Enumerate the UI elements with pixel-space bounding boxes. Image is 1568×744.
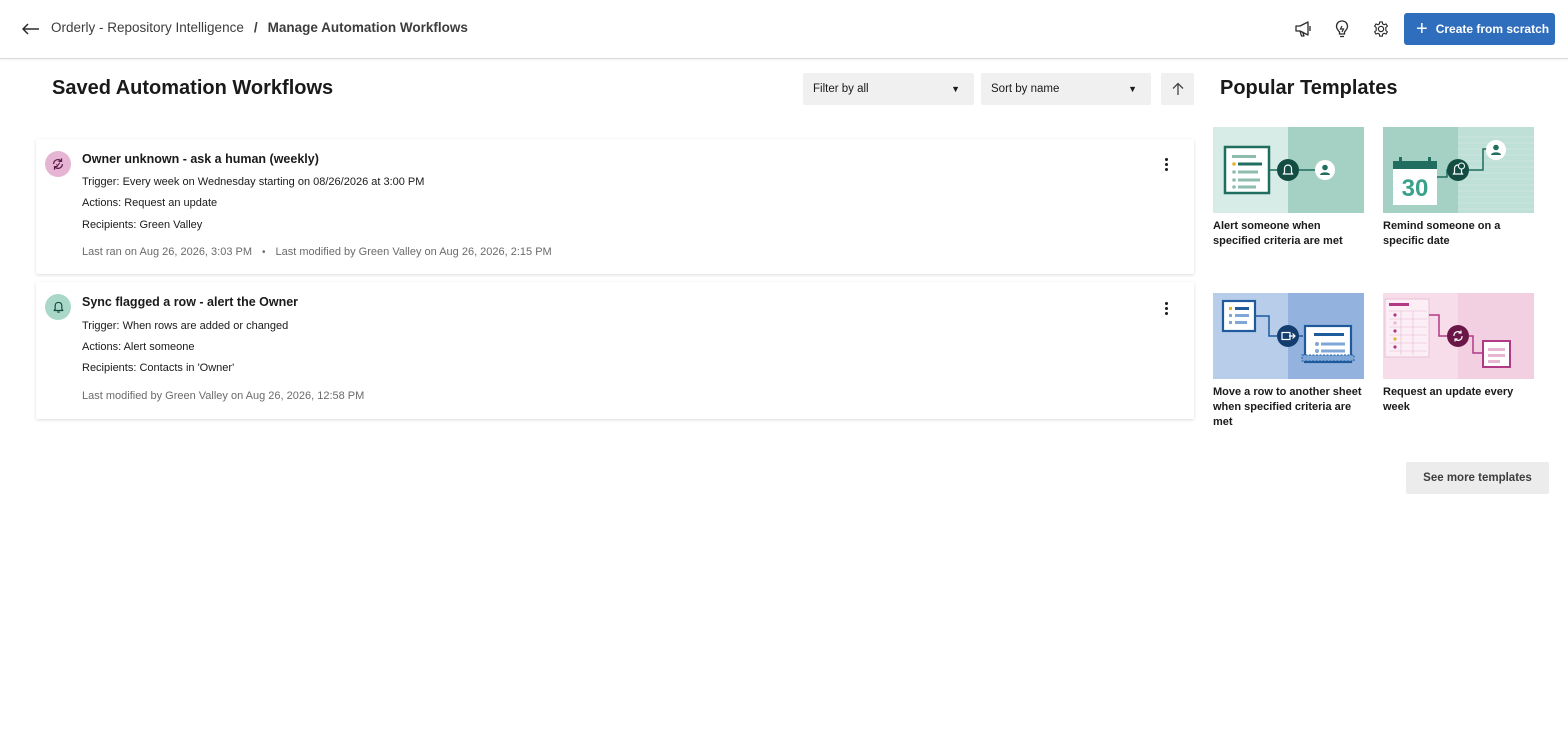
calendar-number: 30: [1402, 175, 1429, 202]
template-card-request-update[interactable]: Request an update every week: [1383, 293, 1534, 415]
trigger-value: When rows are added or changed: [122, 320, 289, 332]
gear-icon[interactable]: [1369, 17, 1393, 41]
caret-down-icon: ▼: [1128, 84, 1137, 94]
create-button-label: Create from scratch: [1435, 22, 1550, 36]
create-from-scratch-button[interactable]: + Create from scratch: [1404, 13, 1555, 45]
workflow-actions: Actions: Request an update: [82, 197, 217, 209]
actions-value: Alert someone: [123, 341, 195, 353]
workflow-recipients: Recipients: Contacts in 'Owner': [82, 362, 234, 374]
workflow-recipients: Recipients: Green Valley: [82, 219, 202, 231]
actions-label: Actions:: [82, 197, 122, 209]
see-more-templates-button[interactable]: See more templates: [1406, 462, 1549, 494]
template-label: Remind someone on a specific date: [1383, 220, 1501, 247]
bell-icon: [45, 294, 71, 320]
trigger-label: Trigger:: [82, 320, 120, 332]
template-card-alert[interactable]: Alert someone when specified criteria ar…: [1213, 127, 1364, 249]
template-illustration-remind: 30: [1383, 127, 1534, 213]
template-illustration-alert: [1213, 127, 1364, 213]
workflow-meta: Last ran on Aug 26, 2026, 3:03 PM • Last…: [82, 246, 552, 258]
workflow-actions: Actions: Alert someone: [82, 341, 195, 353]
sort-select-label: Sort by name: [991, 83, 1060, 95]
recipients-label: Recipients:: [82, 219, 137, 231]
sort-select[interactable]: Sort by name ▼: [981, 73, 1151, 105]
template-label: Alert someone when specified criteria ar…: [1213, 220, 1343, 247]
more-options-icon[interactable]: [1156, 297, 1176, 319]
workflow-meta: Last modified by Green Valley on Aug 26,…: [82, 390, 364, 402]
caret-down-icon: ▼: [951, 84, 960, 94]
more-options-icon[interactable]: [1156, 153, 1176, 175]
filter-select-label: Filter by all: [813, 83, 869, 95]
workflow-name[interactable]: Owner unknown - ask a human (weekly): [82, 152, 319, 166]
workflow-trigger: Trigger: When rows are added or changed: [82, 320, 288, 332]
plus-icon: +: [1416, 18, 1428, 40]
recurring-update-icon: [45, 151, 71, 177]
template-card-remind[interactable]: 30 Remind someone on a specific date: [1383, 127, 1534, 249]
last-modified: Last modified by Green Valley on Aug 26,…: [275, 246, 552, 258]
breadcrumb: Orderly - Repository Intelligence / Mana…: [51, 20, 468, 35]
trigger-label: Trigger:: [82, 176, 120, 188]
template-label: Move a row to another sheet when specifi…: [1213, 386, 1362, 428]
trigger-value: Every week on Wednesday starting on 08/2…: [122, 176, 425, 188]
filter-select[interactable]: Filter by all ▼: [803, 73, 974, 105]
actions-value: Request an update: [124, 197, 218, 209]
workflow-card[interactable]: Owner unknown - ask a human (weekly) Tri…: [36, 139, 1194, 274]
meta-separator: •: [262, 246, 266, 258]
last-ran: Last ran on Aug 26, 2026, 3:03 PM: [82, 246, 253, 258]
arrow-up-icon: [1172, 82, 1183, 95]
last-modified: Last modified by Green Valley on Aug 26,…: [82, 390, 365, 402]
megaphone-icon[interactable]: [1291, 17, 1315, 41]
breadcrumb-parent-link[interactable]: Orderly - Repository Intelligence: [51, 20, 244, 35]
top-header: Orderly - Repository Intelligence / Mana…: [0, 0, 1568, 59]
sort-direction-button[interactable]: [1161, 73, 1194, 105]
page-title: Manage Automation Workflows: [267, 20, 468, 35]
popular-templates-title: Popular Templates: [1220, 77, 1398, 99]
breadcrumb-separator: /: [253, 20, 258, 35]
saved-workflows-title: Saved Automation Workflows: [52, 77, 334, 99]
lightbulb-icon[interactable]: [1330, 17, 1354, 41]
back-arrow-icon[interactable]: [18, 18, 44, 40]
template-illustration-move-row: [1213, 293, 1364, 379]
recipients-value: Green Valley: [139, 219, 203, 231]
workflow-name[interactable]: Sync flagged a row - alert the Owner: [82, 295, 298, 309]
template-illustration-request-update: [1383, 293, 1534, 379]
workflow-trigger: Trigger: Every week on Wednesday startin…: [82, 176, 424, 188]
workflow-card[interactable]: Sync flagged a row - alert the Owner Tri…: [36, 282, 1194, 419]
recipients-label: Recipients:: [82, 362, 137, 374]
template-card-move-row[interactable]: Move a row to another sheet when specifi…: [1213, 293, 1364, 430]
template-label: Request an update every week: [1383, 386, 1514, 413]
recipients-value: Contacts in 'Owner': [139, 362, 235, 374]
actions-label: Actions:: [82, 341, 122, 353]
